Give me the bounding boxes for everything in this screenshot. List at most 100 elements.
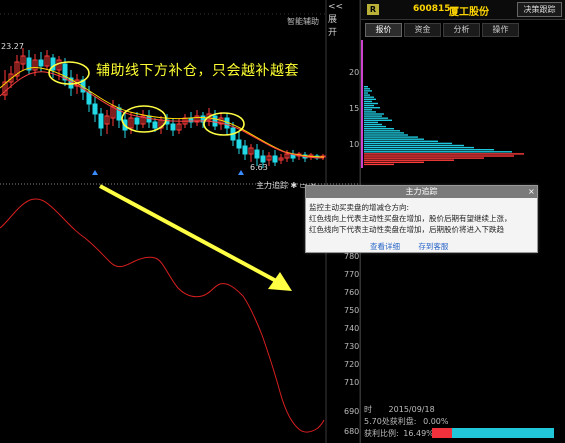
chip-bar: [364, 90, 372, 92]
tab-operation[interactable]: 操作: [482, 23, 519, 37]
candle-body: [254, 149, 260, 159]
chip-bar: [364, 153, 524, 155]
chip-bar: [364, 142, 452, 145]
profit-ratio-bar: [432, 428, 554, 438]
chip-distribution-chart: [361, 40, 524, 168]
save-to-service-link[interactable]: 存到客服: [418, 242, 448, 251]
tab-funds[interactable]: 资金: [404, 23, 441, 37]
chip-bar: [364, 92, 368, 94]
popup-title: 主力追踪: [306, 186, 537, 198]
smart-assist-label[interactable]: 智能辅助: [287, 16, 319, 27]
axis-label: 690: [344, 407, 360, 416]
profit-ratio-fill: [432, 428, 453, 438]
expand-button[interactable]: <<展开: [328, 2, 343, 38]
axis-label: 730: [344, 342, 360, 351]
ratio-row: 获利比例: 16.49%: [364, 428, 434, 439]
r-badge: R: [367, 4, 379, 15]
chip-axis-label: 10: [349, 140, 360, 149]
chip-bar: [364, 130, 400, 132]
tab-bar: 报价 资金 分析 操作: [365, 23, 521, 38]
chip-bar: [364, 115, 382, 117]
main-force-popup: 主力追踪 × 监控主动买卖盘的增减仓方向: 红色线向上代表主动性买盘在增加，股价…: [305, 185, 538, 253]
chip-bars: [364, 86, 524, 166]
axis-label: 770: [344, 270, 360, 279]
chip-bar: [364, 157, 484, 159]
chip-bar: [364, 149, 494, 151]
time-value: 2015/09/18: [388, 405, 435, 414]
chip-bar: [364, 111, 376, 113]
chip-bar: [364, 123, 382, 126]
chip-bar: [364, 98, 376, 100]
popup-links: 查看详细 存到客服: [370, 241, 464, 252]
chip-bar: [364, 140, 438, 142]
candle-body: [242, 145, 248, 155]
candle-body: [92, 103, 98, 115]
chip-bar: [364, 109, 372, 111]
price-low-label: 6.63: [250, 163, 268, 172]
chip-bar: [364, 161, 424, 163]
ratio-value: 16.49%: [403, 429, 434, 438]
candle-body: [152, 121, 158, 129]
chip-bar: [364, 113, 384, 115]
chip-bar: [364, 136, 418, 138]
candle-body: [212, 115, 218, 127]
view-detail-link[interactable]: 查看详细: [370, 242, 400, 251]
indicator-line: [0, 198, 325, 433]
chip-bar: [364, 88, 370, 90]
candle-body: [134, 117, 140, 125]
profit-row: 5.70处获利盘: 0.00%: [364, 416, 448, 427]
time-row: 时 2015/09/18: [364, 404, 435, 415]
tab-quote[interactable]: 报价: [365, 23, 402, 37]
candle-body: [260, 155, 266, 163]
decision-tracking-button[interactable]: 决策跟踪: [517, 2, 562, 17]
chip-bar: [364, 125, 386, 128]
marker-triangle: [238, 170, 244, 175]
chip-bar: [364, 159, 454, 161]
candle-body: [38, 59, 44, 67]
chip-bar: [364, 138, 424, 140]
axis-label: 710: [344, 378, 360, 387]
chip-bar: [364, 104, 374, 107]
chip-bar: [364, 134, 408, 136]
chip-bar: [364, 144, 464, 147]
chip-bar: [364, 151, 512, 153]
chip-axis-label: 15: [349, 104, 360, 113]
chip-bar: [364, 94, 370, 96]
popup-text-line: 监控主动买卖盘的增减仓方向:: [309, 203, 410, 212]
stock-header: R 600815 厦工股份 决策跟踪: [361, 0, 565, 20]
tab-analysis[interactable]: 分析: [443, 23, 480, 37]
stock-code: 600815: [413, 4, 451, 14]
axis-label: 720: [344, 360, 360, 369]
trend-arrow-shaft: [99, 184, 281, 285]
popup-text-line: 红色线向上代表主动性买盘在增加，股价后期有望继续上涨，: [309, 214, 512, 223]
ma-line-red: [0, 71, 325, 159]
marker-triangle: [92, 170, 98, 175]
price-high-label: 23.27: [1, 42, 24, 51]
axis-label: 760: [344, 288, 360, 297]
chip-bar: [364, 96, 374, 98]
candle-body: [272, 155, 278, 163]
axis-label: 780: [344, 252, 360, 261]
chip-bar: [364, 163, 394, 166]
axis-label: 740: [344, 324, 360, 333]
chip-bar: [364, 100, 372, 103]
chip-bar: [364, 119, 392, 121]
chip-bar: [364, 128, 394, 130]
chip-bar: [364, 155, 514, 157]
kline-chart-panel[interactable]: <<展开 智能辅助 23.27 6.63 辅助线下方补仓，只会越补越套 主力追踪…: [0, 0, 360, 443]
chip-bar: [364, 117, 388, 119]
annotation-text: 辅助线下方补仓，只会越补越套: [96, 63, 299, 79]
chip-bar: [364, 107, 380, 109]
chip-bar: [364, 132, 404, 134]
profit-value: 0.00%: [423, 417, 449, 426]
popup-text-line: 红色线向下代表主动性卖盘在增加，后期股价将进入下跌趋: [309, 225, 504, 234]
chip-bar: [364, 102, 378, 105]
ratio-label: 获利比例:: [364, 429, 399, 438]
popup-close-button[interactable]: ×: [528, 187, 538, 197]
candle-body: [236, 139, 242, 149]
stock-name: 厦工股份: [449, 7, 489, 18]
trend-arrow-head: [268, 272, 292, 291]
chip-axis-label: 20: [349, 68, 360, 77]
axis-label: 680: [344, 427, 360, 436]
chip-bar: [364, 146, 474, 149]
